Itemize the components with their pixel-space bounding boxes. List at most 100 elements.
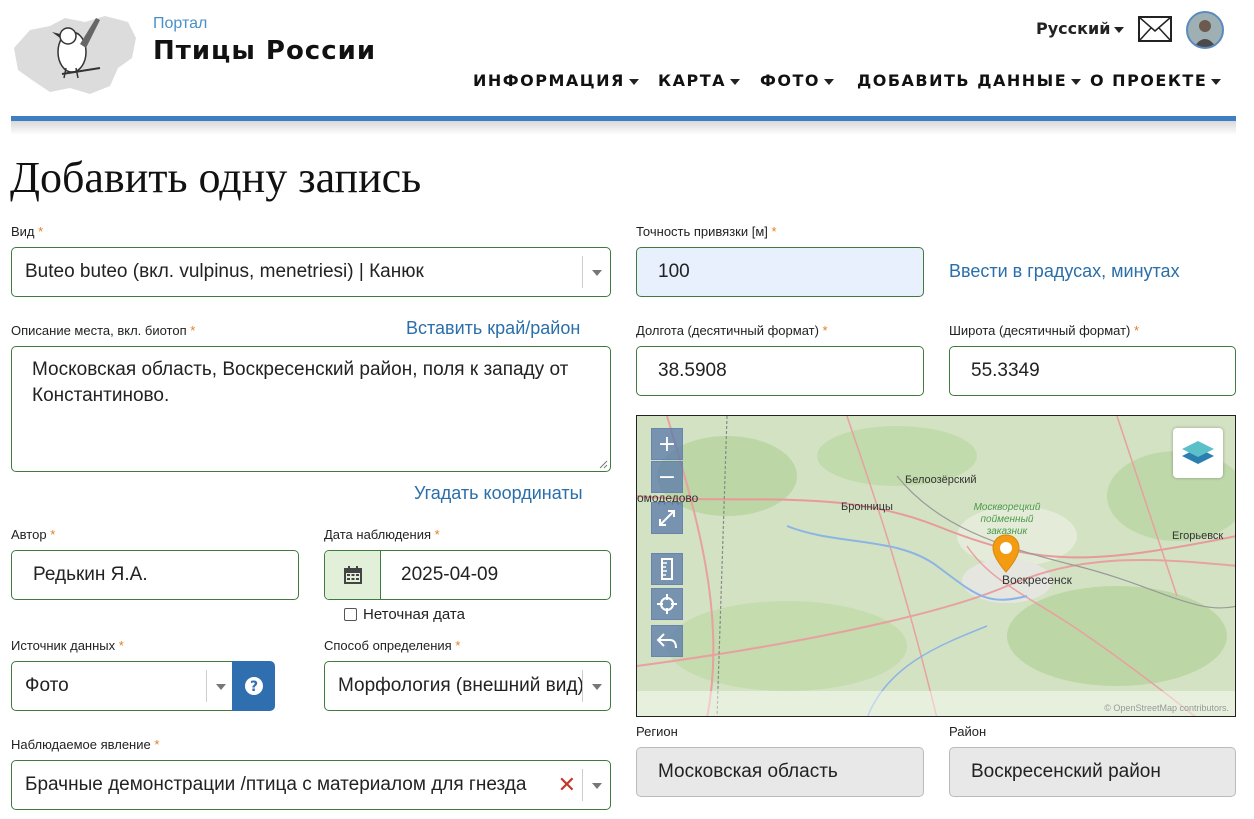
district-label: Район bbox=[949, 724, 987, 739]
ruler-icon bbox=[661, 558, 673, 580]
chevron-down-icon bbox=[582, 769, 610, 801]
inexact-date-label: Неточная дата bbox=[363, 606, 465, 623]
svg-text:?: ? bbox=[249, 679, 257, 695]
chevron-down-icon bbox=[206, 670, 234, 702]
accuracy-value: 100 bbox=[658, 261, 690, 282]
inexact-date-checkbox[interactable] bbox=[344, 608, 357, 621]
region-field: Московская область bbox=[636, 747, 924, 797]
date-value: 2025-04-09 bbox=[401, 564, 499, 585]
map-attribution[interactable]: © OpenStreetMap contributors. bbox=[1104, 703, 1229, 713]
date-label: Дата наблюдения * bbox=[324, 527, 440, 542]
accuracy-label: Точность привязки [м] * bbox=[636, 224, 777, 239]
place-label: Описание места, вкл. биотоп * bbox=[11, 323, 196, 338]
chevron-down-icon bbox=[582, 256, 610, 288]
longitude-value: 38.5908 bbox=[658, 360, 727, 381]
latitude-value: 55.3349 bbox=[971, 360, 1040, 381]
locate-button[interactable] bbox=[651, 588, 683, 620]
map-label: Бронницы bbox=[841, 501, 893, 513]
undo-button[interactable] bbox=[651, 625, 683, 657]
insert-region-link[interactable]: Вставить край/район bbox=[406, 318, 580, 339]
nav-label: ИНФОРМАЦИЯ bbox=[473, 71, 625, 90]
method-select[interactable]: Морфология (внешний вид) bbox=[324, 661, 611, 711]
caret-down-icon bbox=[1211, 78, 1222, 85]
caret-down-icon bbox=[729, 78, 740, 85]
map-label: Белоозёрский bbox=[905, 474, 977, 486]
resize-handle-icon[interactable] bbox=[599, 460, 608, 469]
language-label: Русский bbox=[1036, 19, 1111, 38]
phenomenon-select[interactable]: Брачные демонстрации /птица с материалом… bbox=[11, 760, 611, 810]
question-circle-icon: ? bbox=[244, 677, 263, 695]
user-avatar[interactable] bbox=[1186, 11, 1224, 49]
caret-down-icon bbox=[823, 78, 834, 85]
portal-label: Портал bbox=[153, 15, 208, 32]
header-shadow bbox=[11, 121, 1236, 135]
page-title: Добавить одну запись bbox=[10, 153, 422, 202]
crosshair-icon bbox=[657, 594, 677, 614]
longitude-label: Долгота (десятичный формат) * bbox=[636, 323, 828, 338]
layers-button[interactable] bbox=[1173, 428, 1223, 478]
accuracy-input[interactable]: 100 bbox=[636, 247, 924, 297]
site-logo[interactable] bbox=[10, 8, 140, 100]
map-label: Воскресенск bbox=[1002, 573, 1072, 587]
nav-about[interactable]: О ПРОЕКТЕ bbox=[1090, 71, 1222, 90]
degrees-minutes-link[interactable]: Ввести в градусах, минутах bbox=[949, 261, 1180, 282]
expand-icon bbox=[659, 510, 675, 526]
source-value: Фото bbox=[25, 675, 69, 696]
map-label: Егорьевск bbox=[1172, 530, 1224, 542]
author-value: Редькин Я.А. bbox=[33, 564, 148, 585]
place-value: Московская область, Воскресенский район,… bbox=[32, 359, 569, 406]
place-textarea[interactable]: Московская область, Воскресенский район,… bbox=[11, 346, 611, 472]
species-value: Buteo buteo (вкл. vulpinus, menetriesi) … bbox=[25, 261, 424, 282]
nav-label: О ПРОЕКТЕ bbox=[1090, 71, 1208, 90]
location-map[interactable]: Белоозёрский Бронницы омодедово Москворе… bbox=[636, 415, 1236, 717]
date-input[interactable]: 2025-04-09 bbox=[324, 550, 611, 600]
map-marker-icon[interactable] bbox=[992, 534, 1020, 574]
source-help-button[interactable]: ? bbox=[232, 661, 275, 711]
measure-button[interactable] bbox=[651, 553, 683, 585]
author-label: Автор * bbox=[11, 527, 56, 542]
nav-photo[interactable]: ФОТО bbox=[760, 71, 834, 90]
map-tiles bbox=[637, 416, 1235, 716]
undo-arrow-icon bbox=[656, 633, 677, 649]
caret-down-icon bbox=[628, 78, 639, 85]
nav-label: ДОБАВИТЬ ДАННЫЕ bbox=[857, 71, 1068, 90]
longitude-input[interactable]: 38.5908 bbox=[636, 346, 924, 396]
zoom-in-button[interactable]: + bbox=[651, 428, 683, 460]
phenomenon-value: Брачные демонстрации /птица с материалом… bbox=[25, 774, 527, 795]
clear-x-icon[interactable]: ✕ bbox=[557, 774, 576, 796]
map-label: Москворецкий пойменный заказник bbox=[973, 502, 1041, 537]
latitude-label: Широта (десятичный формат) * bbox=[949, 323, 1140, 338]
region-value: Московская область bbox=[658, 761, 838, 782]
calendar-icon[interactable] bbox=[325, 551, 381, 599]
nav-label: ФОТО bbox=[760, 71, 820, 90]
latitude-input[interactable]: 55.3349 bbox=[949, 346, 1236, 396]
inexact-date-toggle[interactable]: Неточная дата bbox=[344, 606, 465, 623]
source-label: Источник данных * bbox=[11, 638, 124, 653]
method-value: Морфология (внешний вид) bbox=[338, 675, 583, 696]
guess-coordinates-link[interactable]: Угадать координаты bbox=[414, 483, 583, 504]
source-select[interactable]: Фото bbox=[11, 661, 235, 711]
caret-down-icon bbox=[1114, 26, 1125, 33]
fullscreen-button[interactable] bbox=[651, 502, 683, 534]
caret-down-icon bbox=[1071, 78, 1082, 85]
nav-map[interactable]: КАРТА bbox=[658, 71, 740, 90]
method-label: Способ определения * bbox=[324, 638, 461, 653]
species-select[interactable]: Buteo buteo (вкл. vulpinus, menetriesi) … bbox=[11, 247, 611, 297]
language-selector[interactable]: Русский bbox=[1036, 19, 1125, 38]
species-label: Вид * bbox=[11, 224, 44, 239]
zoom-out-button[interactable]: − bbox=[651, 461, 683, 493]
nav-add-data[interactable]: ДОБАВИТЬ ДАННЫЕ bbox=[857, 71, 1082, 90]
region-label: Регион bbox=[636, 724, 678, 739]
district-value: Воскресенский район bbox=[971, 761, 1161, 782]
minus-icon: − bbox=[657, 464, 677, 490]
phenomenon-label: Наблюдаемое явление * bbox=[11, 737, 160, 752]
mail-icon[interactable] bbox=[1138, 16, 1172, 42]
site-title[interactable]: Птицы России bbox=[153, 36, 376, 66]
chevron-down-icon bbox=[582, 670, 610, 702]
nav-label: КАРТА bbox=[658, 71, 726, 90]
plus-icon: + bbox=[657, 431, 677, 457]
nav-information[interactable]: ИНФОРМАЦИЯ bbox=[473, 71, 639, 90]
layers-icon bbox=[1182, 441, 1214, 464]
district-field: Воскресенский район bbox=[949, 747, 1236, 797]
author-input[interactable]: Редькин Я.А. bbox=[11, 550, 299, 600]
